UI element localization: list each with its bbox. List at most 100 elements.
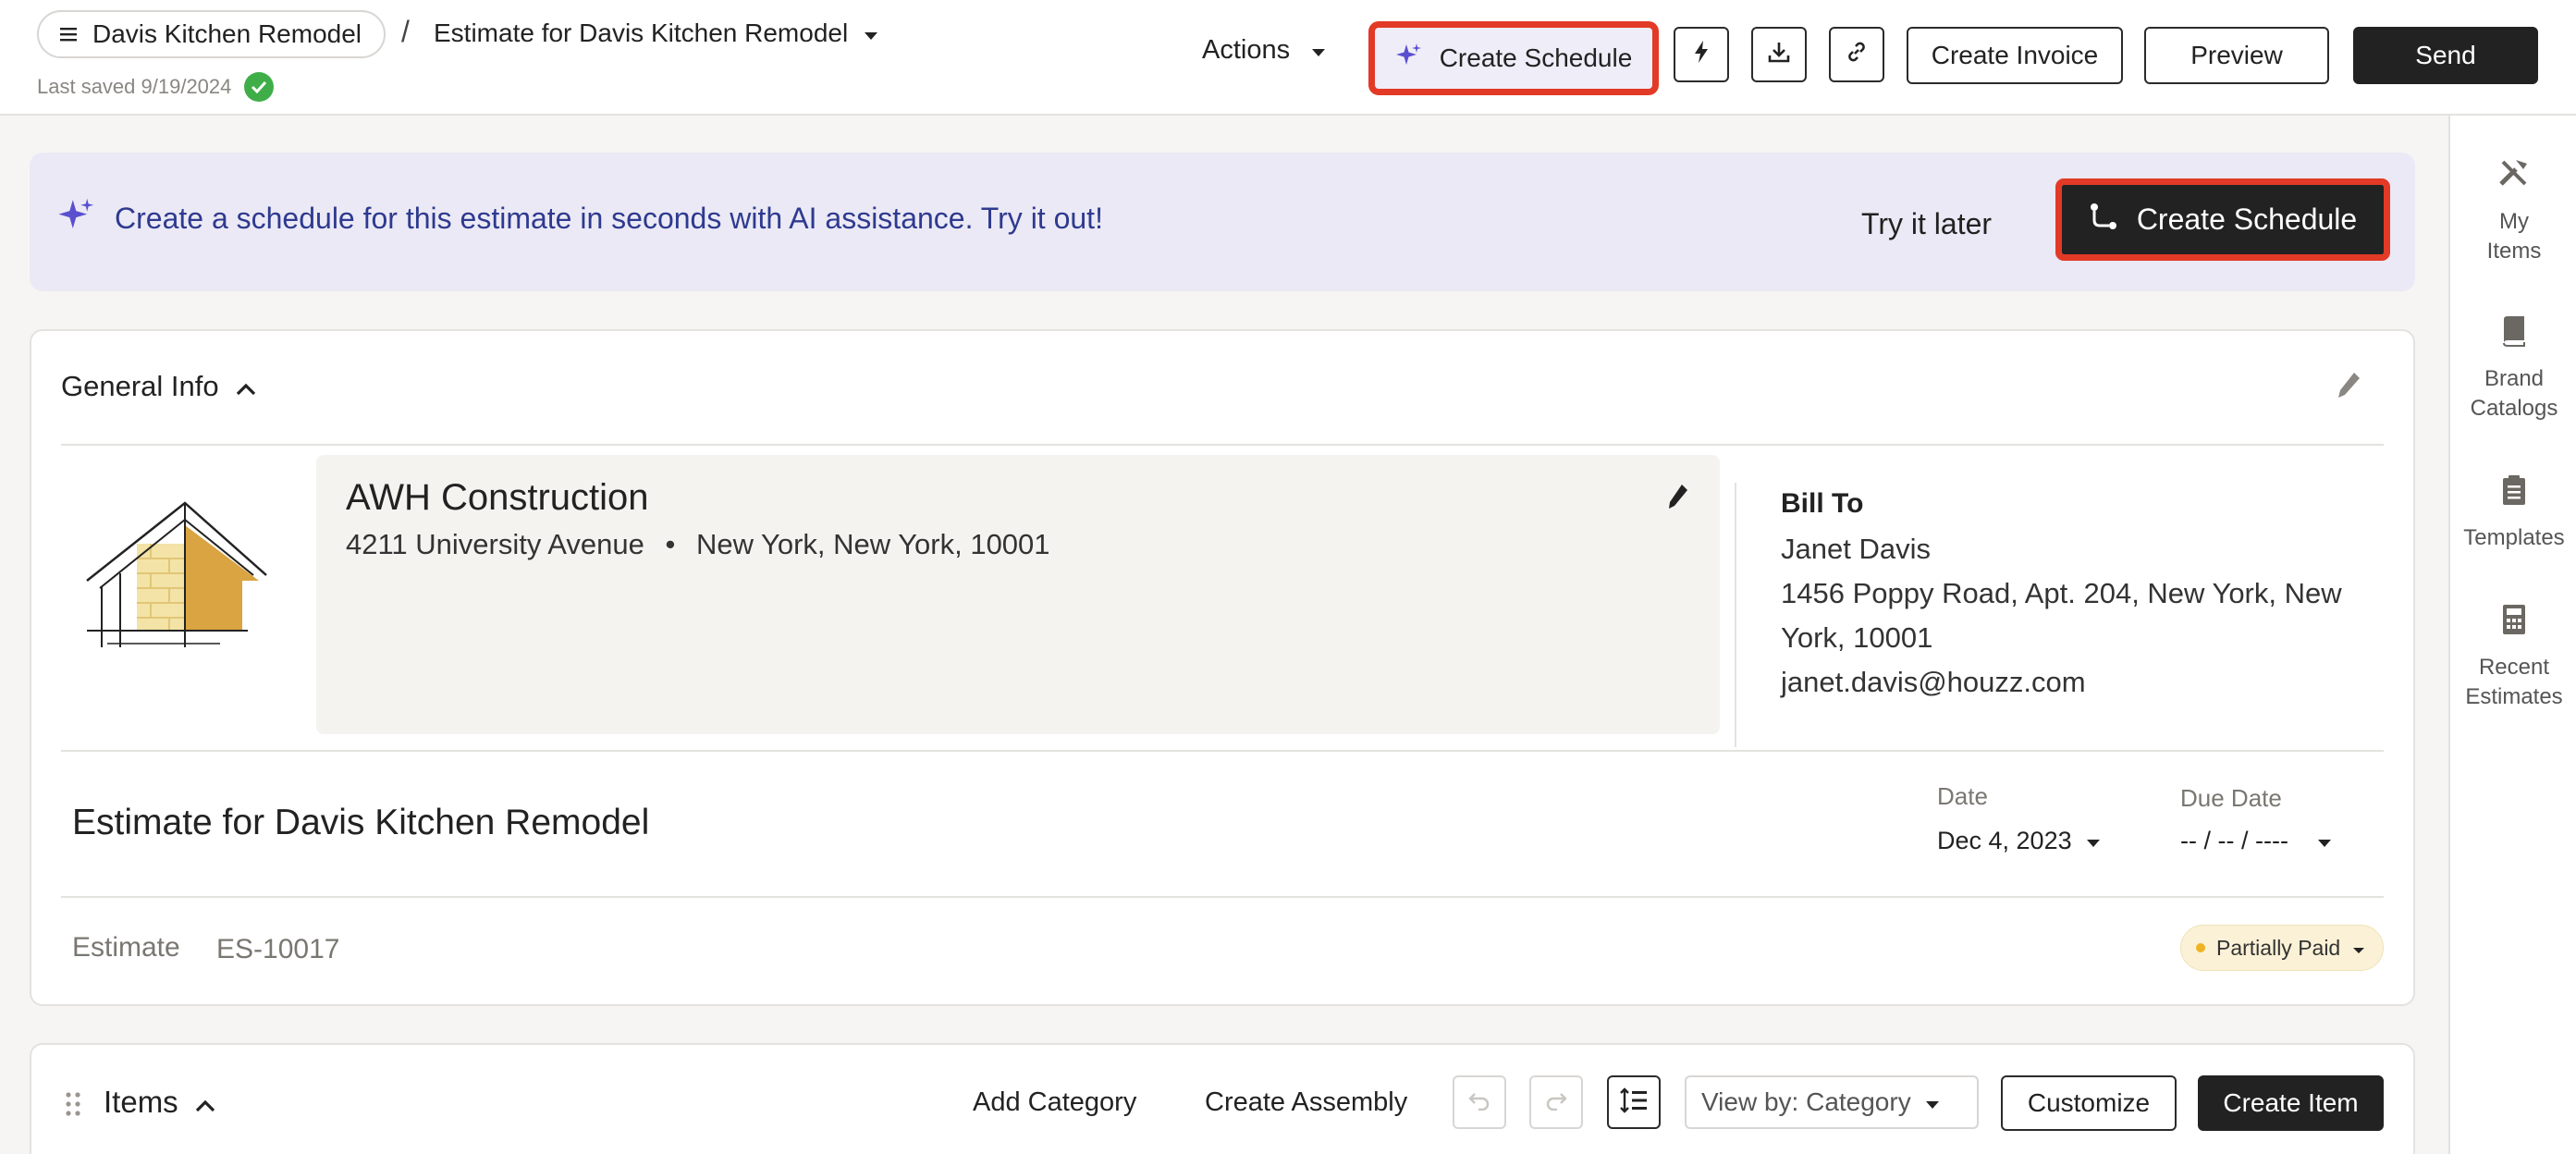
sparkle-icon bbox=[57, 196, 96, 239]
pencil-icon bbox=[1666, 485, 1690, 516]
estimate-title: Estimate for Davis Kitchen Remodel bbox=[72, 803, 650, 842]
caret-down-icon bbox=[863, 18, 879, 48]
rail-recent-estimates[interactable]: Recent Estimates bbox=[2450, 604, 2576, 712]
company-name: AWH Construction bbox=[346, 477, 649, 518]
date-value: Dec 4, 2023 bbox=[1937, 827, 2072, 854]
status-label: Partially Paid bbox=[2216, 935, 2341, 960]
redo-icon bbox=[1544, 1090, 1568, 1115]
line-spacing-icon bbox=[1619, 1086, 1649, 1118]
chevron-up-icon bbox=[236, 370, 256, 403]
bill-to-name: Janet Davis bbox=[1781, 533, 1931, 565]
view-by-select[interactable]: View by: Category bbox=[1685, 1075, 1979, 1129]
customize-button[interactable]: Customize bbox=[2001, 1075, 2177, 1131]
rail-brand-catalogs-label-2: Catalogs bbox=[2470, 396, 2558, 421]
quick-action-button[interactable] bbox=[1674, 27, 1729, 82]
bill-to-email: janet.davis@houzz.com bbox=[1781, 666, 2086, 698]
bill-to-label: Bill To bbox=[1781, 488, 1864, 519]
download-icon bbox=[1767, 40, 1791, 70]
caret-down-icon bbox=[1310, 35, 1327, 66]
tools-icon bbox=[2450, 156, 2576, 198]
divider bbox=[61, 444, 2384, 446]
status-badge[interactable]: Partially Paid bbox=[2180, 925, 2385, 971]
last-saved-text: Last saved 9/19/2024 bbox=[37, 75, 232, 98]
actions-dropdown[interactable]: Actions bbox=[1202, 35, 1327, 66]
send-label: Send bbox=[2415, 41, 2476, 69]
banner-create-schedule-label: Create Schedule bbox=[2136, 203, 2358, 236]
caret-down-icon bbox=[1924, 1087, 1941, 1117]
lightning-icon bbox=[1693, 40, 1710, 70]
banner-create-schedule-button[interactable]: Create Schedule bbox=[2055, 178, 2390, 261]
project-menu-pill[interactable]: Davis Kitchen Remodel bbox=[37, 10, 386, 58]
drag-handle-icon[interactable] bbox=[65, 1091, 81, 1122]
address-bullet: • bbox=[665, 528, 676, 560]
rail-my-items-label-2: Items bbox=[2486, 239, 2542, 264]
pencil-icon bbox=[2336, 373, 2363, 405]
undo-button[interactable] bbox=[1453, 1075, 1506, 1129]
line-spacing-button[interactable] bbox=[1607, 1075, 1661, 1129]
estimate-label: Estimate bbox=[72, 932, 180, 963]
company-address: 4211 University Avenue • New York, New Y… bbox=[346, 528, 1050, 561]
create-assembly-button[interactable]: Create Assembly bbox=[1205, 1087, 1407, 1118]
schedule-flow-icon bbox=[2089, 202, 2120, 239]
rail-recent-estimates-label-2: Estimates bbox=[2465, 684, 2563, 709]
rail-my-items[interactable]: My Items bbox=[2450, 156, 2576, 266]
create-item-label: Create Item bbox=[2223, 1088, 2359, 1117]
banner-message: Create a schedule for this estimate in s… bbox=[115, 202, 1103, 235]
download-button[interactable] bbox=[1751, 27, 1807, 82]
right-side-rail: My Items Brand Catalogs Templates Recent… bbox=[2448, 116, 2576, 1154]
items-toggle[interactable]: Items bbox=[104, 1085, 215, 1120]
actions-label: Actions bbox=[1202, 35, 1291, 65]
date-label: Date bbox=[1937, 782, 1988, 810]
add-category-button[interactable]: Add Category bbox=[973, 1087, 1136, 1118]
try-later-button[interactable]: Try it later bbox=[1861, 207, 1992, 241]
general-info-title: General Info bbox=[61, 370, 219, 402]
sparkle-icon bbox=[1395, 42, 1423, 76]
copy-link-button[interactable] bbox=[1829, 27, 1884, 82]
bill-to-address-line2: York, 10001 bbox=[1781, 621, 1933, 654]
edit-company-button[interactable] bbox=[1666, 483, 1690, 517]
rail-recent-estimates-label-1: Recent bbox=[2478, 655, 2550, 680]
customize-label: Customize bbox=[2027, 1088, 2151, 1117]
menu-icon bbox=[59, 19, 78, 49]
create-invoice-button[interactable]: Create Invoice bbox=[1907, 27, 2123, 84]
caret-down-icon bbox=[2351, 936, 2366, 961]
due-date-value: -- / -- / ---- bbox=[2180, 827, 2288, 854]
caret-down-icon bbox=[2316, 827, 2333, 855]
breadcrumb-separator: / bbox=[401, 15, 410, 48]
company-logo bbox=[81, 496, 276, 659]
status-dot bbox=[2196, 943, 2205, 952]
last-saved-status: Last saved 9/19/2024 bbox=[37, 72, 275, 102]
create-invoice-label: Create Invoice bbox=[1931, 41, 2099, 69]
rail-brand-catalogs-label-1: Brand bbox=[2484, 366, 2545, 391]
create-item-button[interactable]: Create Item bbox=[2198, 1075, 2384, 1131]
rail-brand-catalogs[interactable]: Brand Catalogs bbox=[2450, 315, 2576, 424]
company-street: 4211 University Avenue bbox=[346, 528, 644, 560]
calculator-icon bbox=[2450, 604, 2576, 644]
estimate-dropdown[interactable]: Estimate for Davis Kitchen Remodel bbox=[434, 18, 879, 48]
chevron-up-icon bbox=[195, 1085, 215, 1120]
date-picker[interactable]: Dec 4, 2023 bbox=[1937, 827, 2102, 855]
clipboard-icon bbox=[2450, 474, 2576, 514]
view-by-label: View by: Category bbox=[1701, 1087, 1911, 1116]
rail-my-items-label-1: My bbox=[2499, 209, 2529, 234]
estimate-name: Estimate for Davis Kitchen Remodel bbox=[434, 18, 849, 47]
company-city: New York, New York, 10001 bbox=[695, 528, 1050, 560]
due-date-label: Due Date bbox=[2180, 784, 2282, 812]
link-icon bbox=[1845, 40, 1869, 70]
items-title: Items bbox=[104, 1085, 178, 1119]
check-circle-icon bbox=[244, 72, 275, 102]
rail-templates[interactable]: Templates bbox=[2450, 474, 2576, 553]
preview-button[interactable]: Preview bbox=[2144, 27, 2329, 84]
due-date-picker[interactable]: -- / -- / ---- bbox=[2180, 827, 2333, 855]
book-icon bbox=[2450, 315, 2576, 355]
send-button[interactable]: Send bbox=[2353, 27, 2538, 84]
create-schedule-button[interactable]: Create Schedule bbox=[1368, 21, 1659, 95]
general-info-toggle[interactable]: General Info bbox=[61, 370, 256, 403]
create-schedule-label: Create Schedule bbox=[1439, 43, 1633, 72]
edit-general-info-button[interactable] bbox=[2336, 370, 2363, 406]
divider bbox=[61, 750, 2384, 752]
estimate-number: ES-10017 bbox=[216, 934, 340, 964]
redo-button[interactable] bbox=[1529, 1075, 1583, 1129]
rail-templates-label: Templates bbox=[2463, 525, 2565, 550]
undo-icon bbox=[1467, 1090, 1491, 1115]
